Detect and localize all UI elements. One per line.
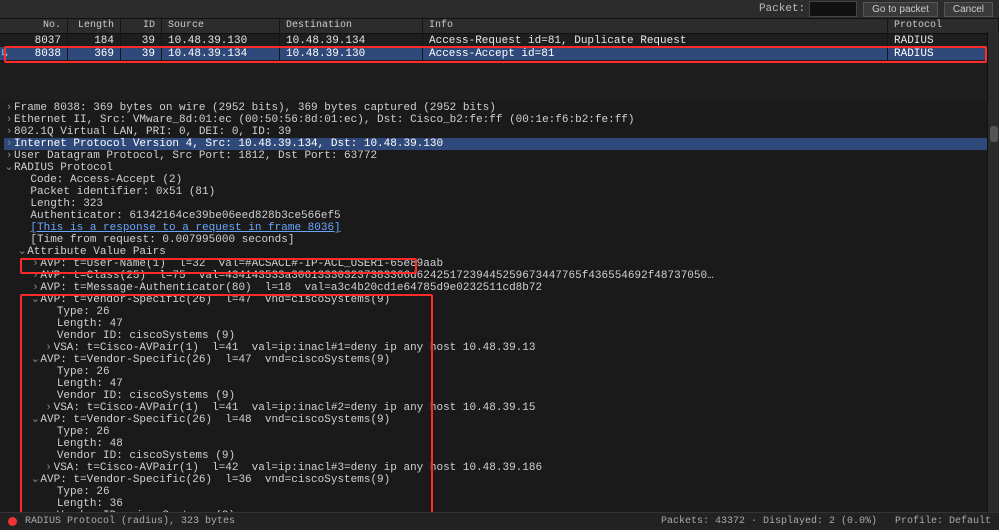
col-source[interactable]: Source <box>162 19 280 33</box>
tree-item[interactable]: Length: 47 <box>4 318 999 330</box>
cancel-button[interactable]: Cancel <box>944 2 993 17</box>
tree-item[interactable]: ⌄RADIUS Protocol <box>4 162 999 174</box>
table-row[interactable]: 8037 184 39 10.48.39.130 10.48.39.134 Ac… <box>0 34 999 47</box>
tree-item[interactable]: Type: 26 <box>4 366 999 378</box>
tree-item[interactable]: ›User Datagram Protocol, Src Port: 1812,… <box>4 150 999 162</box>
packet-label: Packet: <box>759 3 805 15</box>
expert-indicator-icon[interactable] <box>8 517 17 526</box>
tree-item[interactable]: ›VSA: t=Cisco-AVPair(1) l=41 val=ip:inac… <box>4 402 999 414</box>
status-profile[interactable]: Profile: Default <box>895 516 991 527</box>
tree-item[interactable]: ›AVP: t=Message-Authenticator(80) l=18 v… <box>4 282 999 294</box>
tree-item[interactable]: ⌄AVP: t=Vendor-Specific(26) l=47 vnd=cis… <box>4 354 999 366</box>
packet-details: ›Frame 8038: 369 bytes on wire (2952 bit… <box>0 100 999 530</box>
tree-item[interactable]: ›Internet Protocol Version 4, Src: 10.48… <box>4 138 999 150</box>
col-no[interactable]: No. <box>10 19 68 33</box>
packet-input[interactable] <box>809 1 857 17</box>
col-info[interactable]: Info <box>423 19 888 33</box>
table-row[interactable]: ↳ 8038 369 39 10.48.39.134 10.48.39.130 … <box>0 47 999 60</box>
tree-item[interactable]: Packet identifier: 0x51 (81) <box>4 186 999 198</box>
status-packets: Packets: 43372 · Displayed: 2 (0.0%) <box>661 516 877 527</box>
tree-item[interactable]: Type: 26 <box>4 486 999 498</box>
tree-item[interactable]: ›VSA: t=Cisco-AVPair(1) l=42 val=ip:inac… <box>4 462 999 474</box>
tree-item[interactable]: Type: 26 <box>4 426 999 438</box>
topbar: Packet: Go to packet Cancel <box>0 0 999 19</box>
status-bar: RADIUS Protocol (radius), 323 bytes Pack… <box>0 512 999 530</box>
tree-item[interactable]: ⌄AVP: t=Vendor-Specific(26) l=47 vnd=cis… <box>4 294 999 306</box>
tree-item[interactable]: Vendor ID: ciscoSystems (9) <box>4 330 999 342</box>
response-link: [This is a response to a request in fram… <box>30 222 340 234</box>
tree-item[interactable]: Code: Access-Accept (2) <box>4 174 999 186</box>
packet-list: No. Length ID Source Destination Info Pr… <box>0 19 999 100</box>
tree-item[interactable]: ›Frame 8038: 369 bytes on wire (2952 bit… <box>4 102 999 114</box>
col-length[interactable]: Length <box>68 19 121 33</box>
tree-item[interactable]: ⌄Attribute Value Pairs <box>4 246 999 258</box>
tree-item[interactable]: ›VSA: t=Cisco-AVPair(1) l=41 val=ip:inac… <box>4 342 999 354</box>
tree-item[interactable]: ›AVP: t=User-Name(1) l=32 val=#ACSACL#-I… <box>4 258 999 270</box>
scrollbar[interactable] <box>987 32 999 513</box>
status-left: RADIUS Protocol (radius), 323 bytes <box>25 516 235 527</box>
tree-item[interactable]: ›AVP: t=Class(25) l=75 val=434143533a306… <box>4 270 999 282</box>
tree-item[interactable]: ›Ethernet II, Src: VMware_8d:01:ec (00:5… <box>4 114 999 126</box>
col-protocol[interactable]: Protocol <box>888 19 999 33</box>
tree-item[interactable]: Type: 26 <box>4 306 999 318</box>
tree-item[interactable]: Authenticator: 61342164ce39be06eed828b3c… <box>4 210 999 222</box>
go-to-packet-button[interactable]: Go to packet <box>863 2 938 17</box>
packet-list-header: No. Length ID Source Destination Info Pr… <box>0 19 999 34</box>
tree-item[interactable]: Length: 47 <box>4 378 999 390</box>
col-id[interactable]: ID <box>121 19 162 33</box>
tree-item[interactable]: ⌄AVP: t=Vendor-Specific(26) l=48 vnd=cis… <box>4 414 999 426</box>
col-destination[interactable]: Destination <box>280 19 423 33</box>
tree-item[interactable]: ⌄AVP: t=Vendor-Specific(26) l=36 vnd=cis… <box>4 474 999 486</box>
tree-item[interactable]: Vendor ID: ciscoSystems (9) <box>4 450 999 462</box>
tree-item[interactable]: Length: 36 <box>4 498 999 510</box>
tree-item[interactable]: Vendor ID: ciscoSystems (9) <box>4 390 999 402</box>
tree-item[interactable]: ›802.1Q Virtual LAN, PRI: 0, DEI: 0, ID:… <box>4 126 999 138</box>
tree-item[interactable]: [Time from request: 0.007995000 seconds] <box>4 234 999 246</box>
tree-item[interactable]: Length: 323 <box>4 198 999 210</box>
tree-item[interactable]: Length: 48 <box>4 438 999 450</box>
tree-item[interactable]: [This is a response to a request in fram… <box>4 222 999 234</box>
